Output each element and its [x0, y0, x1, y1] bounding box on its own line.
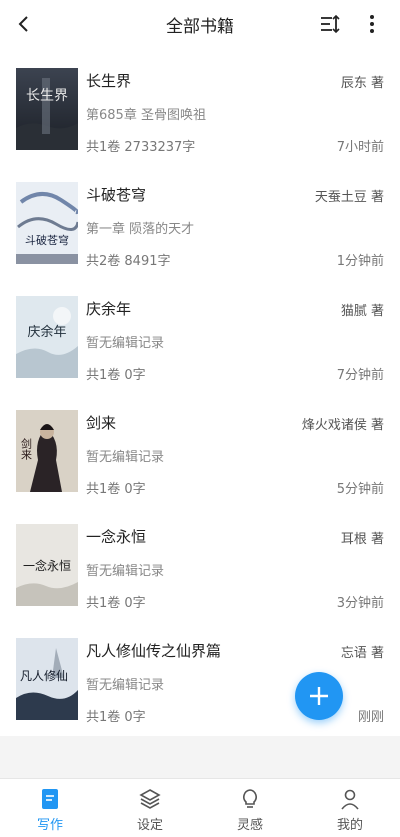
book-title: 长生界	[86, 72, 132, 90]
book-cover: 剑来	[16, 410, 78, 492]
book-author: 耳根 著	[340, 532, 384, 547]
sort-button[interactable]	[317, 10, 345, 38]
layers-icon	[138, 787, 162, 811]
update-time: 7分钟前	[336, 368, 384, 383]
latest-chapter: 暂无编辑记录	[86, 564, 165, 579]
svg-text:斗破苍穹: 斗破苍穹	[25, 233, 69, 247]
update-time: 刚刚	[357, 710, 384, 725]
update-time: 1分钟前	[336, 254, 384, 269]
tab-label: 写作	[36, 818, 63, 833]
lightbulb-icon	[238, 787, 262, 811]
update-time: 3分钟前	[336, 596, 384, 611]
latest-chapter: 第一章 陨落的天才	[86, 222, 195, 237]
book-title: 庆余年	[86, 300, 132, 318]
latest-chapter: 暂无编辑记录	[86, 678, 165, 693]
list-footer-spacer	[0, 736, 400, 778]
tab-label: 我的	[336, 818, 363, 833]
book-stats: 共1卷 0字	[86, 710, 146, 725]
book-author: 辰东 著	[340, 76, 384, 91]
book-cover: 长生界	[16, 68, 78, 150]
book-cover: 庆余年	[16, 296, 78, 378]
svg-text:剑来: 剑来	[20, 437, 33, 460]
book-cover: 斗破苍穹	[16, 182, 78, 264]
book-stats: 共1卷 0字	[86, 368, 146, 383]
book-title: 剑来	[86, 414, 117, 432]
book-item[interactable]: 庆余年 庆余年 猫腻 著 暂无编辑记录 共1卷 0字 7分钟前	[0, 286, 400, 400]
tab-inspiration[interactable]: 灵感	[200, 779, 300, 837]
top-bar: 全部书籍	[0, 0, 400, 50]
book-author: 烽火戏诸侯 著	[301, 418, 384, 433]
book-item[interactable]: 一念永恒 一念永恒 耳根 著 暂无编辑记录 共1卷 0字 3分钟前	[0, 514, 400, 628]
tab-label: 设定	[136, 818, 163, 833]
book-author: 天蚕土豆 著	[314, 190, 384, 205]
tab-mine[interactable]: 我的	[300, 779, 400, 837]
book-item[interactable]: 斗破苍穹 斗破苍穹 天蚕土豆 著 第一章 陨落的天才 共2卷 8491字 1分钟…	[0, 172, 400, 286]
more-vertical-icon	[370, 15, 374, 33]
book-item[interactable]: 剑来 剑来 烽火戏诸侯 著 暂无编辑记录 共1卷 0字 5分钟前	[0, 400, 400, 514]
book-cover: 一念永恒	[16, 524, 78, 606]
book-stats: 共1卷 2733237字	[86, 140, 196, 155]
svg-text:一念永恒: 一念永恒	[23, 558, 71, 573]
latest-chapter: 暂无编辑记录	[86, 336, 165, 351]
book-author: 忘语 著	[340, 646, 384, 661]
book-title: 斗破苍穹	[86, 186, 147, 204]
book-cover: 凡人修仙	[16, 638, 78, 720]
svg-text:庆余年: 庆余年	[27, 324, 66, 340]
book-title: 凡人修仙传之仙界篇	[86, 642, 222, 660]
tab-settings[interactable]: 设定	[100, 779, 200, 837]
sort-icon	[321, 14, 340, 34]
svg-text:凡人修仙: 凡人修仙	[20, 668, 68, 683]
book-author: 猫腻 著	[340, 304, 384, 319]
book-stats: 共1卷 0字	[86, 482, 146, 497]
update-time: 7小时前	[336, 140, 384, 155]
user-icon	[338, 787, 362, 811]
book-list: 长生界 长生界 辰东 著 第685章 圣骨图唤祖 共1卷 2733237字 7小…	[0, 58, 400, 742]
tab-label: 灵感	[236, 818, 263, 833]
plus-icon	[310, 687, 328, 705]
tab-write[interactable]: 写作	[0, 779, 100, 837]
book-item[interactable]: 长生界 长生界 辰东 著 第685章 圣骨图唤祖 共1卷 2733237字 7小…	[0, 58, 400, 172]
more-options-button[interactable]	[360, 10, 384, 38]
add-book-button[interactable]	[295, 672, 343, 720]
svg-text:长生界: 长生界	[26, 88, 68, 104]
write-icon	[38, 787, 62, 811]
latest-chapter: 暂无编辑记录	[86, 450, 165, 465]
update-time: 5分钟前	[336, 482, 384, 497]
book-stats: 共1卷 0字	[86, 596, 146, 611]
bottom-navigation: 写作 设定 灵感 我的	[0, 778, 400, 837]
book-stats: 共2卷 8491字	[86, 254, 171, 269]
book-title: 一念永恒	[86, 528, 147, 546]
latest-chapter: 第685章 圣骨图唤祖	[86, 108, 206, 123]
